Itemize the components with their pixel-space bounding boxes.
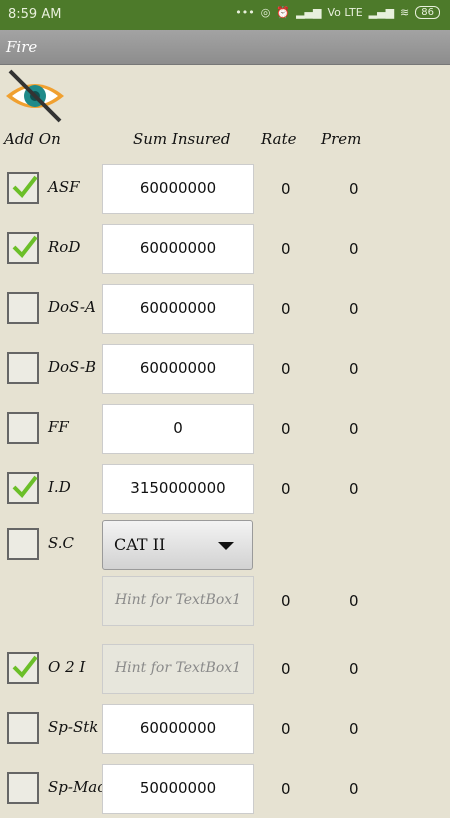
- wifi-icon: ≋: [400, 6, 410, 19]
- hint-textbox[interactable]: Hint for TextBox1: [102, 644, 254, 694]
- table-row: O 2 I Hint for TextBox1 0 0: [0, 644, 450, 698]
- row-label: Sp-Stk: [48, 718, 99, 736]
- header-rate: Rate: [261, 130, 297, 148]
- rate-value: 0: [281, 592, 291, 610]
- row-label: DoS-A: [48, 298, 96, 316]
- hide-eye-icon[interactable]: [4, 68, 66, 124]
- prem-value: 0: [349, 360, 359, 378]
- title-bar: Fire: [0, 30, 450, 65]
- table-row: Sp-Mac 50000000 0 0: [0, 764, 450, 818]
- checkbox-id[interactable]: [7, 472, 39, 504]
- prem-value: 0: [349, 480, 359, 498]
- table-row: Sp-Stk 60000000 0 0: [0, 704, 450, 758]
- row-label: I.D: [48, 478, 71, 496]
- prem-value: 0: [349, 780, 359, 798]
- header-add-on: Add On: [4, 130, 61, 148]
- checkbox-asf[interactable]: [7, 172, 39, 204]
- more-dots-icon: •••: [235, 6, 255, 19]
- sum-insured-input[interactable]: 60000000: [102, 164, 254, 214]
- checkbox-o2i[interactable]: [7, 652, 39, 684]
- sum-insured-input[interactable]: 0: [102, 404, 254, 454]
- sum-insured-input[interactable]: 3150000000: [102, 464, 254, 514]
- table-row: S.C CAT II: [0, 520, 450, 574]
- row-label: DoS-B: [48, 358, 96, 376]
- sum-insured-input[interactable]: 50000000: [102, 764, 254, 814]
- hint-textbox[interactable]: Hint for TextBox1: [102, 576, 254, 626]
- table-row: Hint for TextBox1 0 0: [0, 576, 450, 630]
- row-label: FF: [48, 418, 69, 436]
- signal-bars-icon: ▂▄▆: [368, 6, 395, 19]
- signal-icon: ▂▄▆: [296, 6, 322, 19]
- checkbox-rod[interactable]: [7, 232, 39, 264]
- checkbox-dos-a[interactable]: [7, 292, 39, 324]
- checkmark-icon: [12, 475, 38, 499]
- checkbox-ff[interactable]: [7, 412, 39, 444]
- table-row: DoS-A 60000000 0 0: [0, 284, 450, 338]
- prem-value: 0: [349, 720, 359, 738]
- row-label: RoD: [48, 238, 81, 256]
- chevron-down-icon: [218, 542, 234, 550]
- prem-value: 0: [349, 240, 359, 258]
- checkbox-dos-b[interactable]: [7, 352, 39, 384]
- battery-indicator: 86: [415, 6, 440, 19]
- row-label: O 2 I: [48, 658, 86, 676]
- table-row: FF 0 0 0: [0, 404, 450, 458]
- sum-insured-input[interactable]: 60000000: [102, 704, 254, 754]
- rate-value: 0: [281, 360, 291, 378]
- checkbox-sc[interactable]: [7, 528, 39, 560]
- status-time: 8:59 AM: [8, 7, 62, 22]
- dropdown-value: CAT II: [114, 535, 166, 554]
- rate-value: 0: [281, 660, 291, 678]
- sum-insured-input[interactable]: 60000000: [102, 224, 254, 274]
- checkbox-sp-mac[interactable]: [7, 772, 39, 804]
- prem-value: 0: [349, 660, 359, 678]
- category-dropdown[interactable]: CAT II: [102, 520, 253, 570]
- row-label: Sp-Mac: [48, 778, 106, 796]
- header-sum-insured: Sum Insured: [133, 130, 231, 148]
- table-row: RoD 60000000 0 0: [0, 224, 450, 278]
- rate-value: 0: [281, 480, 291, 498]
- prem-value: 0: [349, 592, 359, 610]
- sum-insured-input[interactable]: 60000000: [102, 284, 254, 334]
- checkmark-icon: [12, 235, 38, 259]
- table-row: DoS-B 60000000 0 0: [0, 344, 450, 398]
- header-prem: Prem: [321, 130, 362, 148]
- prem-value: 0: [349, 300, 359, 318]
- alarm-icon: ⏰: [276, 6, 291, 19]
- table-row: ASF 60000000 0 0: [0, 164, 450, 218]
- page-title: Fire: [6, 38, 38, 56]
- rate-value: 0: [281, 720, 291, 738]
- sum-insured-input[interactable]: 60000000: [102, 344, 254, 394]
- prem-value: 0: [349, 420, 359, 438]
- status-icons: ••• ◎ ⏰ ▂▄▆ Vo LTE ▂▄▆ ≋ 86: [235, 6, 440, 19]
- data-saver-icon: ◎: [260, 6, 271, 19]
- rate-value: 0: [281, 780, 291, 798]
- rate-value: 0: [281, 420, 291, 438]
- checkbox-sp-stk[interactable]: [7, 712, 39, 744]
- prem-value: 0: [349, 180, 359, 198]
- row-label: ASF: [48, 178, 80, 196]
- rate-value: 0: [281, 180, 291, 198]
- checkmark-icon: [12, 175, 38, 199]
- checkmark-icon: [12, 655, 38, 679]
- volte-label: Vo LTE: [327, 6, 363, 19]
- row-label: S.C: [48, 534, 74, 552]
- table-row: I.D 3150000000 0 0: [0, 464, 450, 518]
- rate-value: 0: [281, 240, 291, 258]
- rate-value: 0: [281, 300, 291, 318]
- status-bar: 8:59 AM ••• ◎ ⏰ ▂▄▆ Vo LTE ▂▄▆ ≋ 86: [0, 0, 450, 30]
